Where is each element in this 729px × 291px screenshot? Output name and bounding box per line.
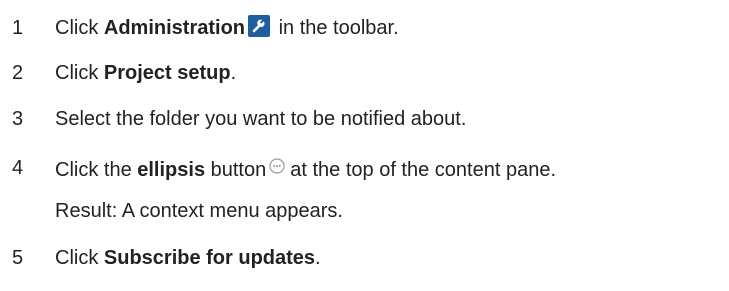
step-text-pre: Click: [55, 17, 104, 39]
step-number: 5: [12, 247, 24, 269]
step-text-post: at the top of the content pane.: [290, 159, 556, 181]
result-text: Result: A context menu appears.: [55, 200, 343, 222]
step-text-pre: Click: [55, 62, 104, 84]
step-text-pre: Click: [55, 247, 104, 269]
project-setup-label: Project setup: [103, 62, 231, 84]
step-text-post: .: [230, 62, 237, 84]
step-text: Click Project setup.: [55, 58, 236, 88]
step-number: 1: [12, 17, 24, 39]
step-number: 3: [12, 108, 24, 130]
ellipsis-icon: [269, 153, 285, 174]
step-number: 2: [12, 62, 24, 84]
administration-label: Administration: [103, 17, 246, 39]
step-text-post: .: [315, 247, 321, 269]
step-text: Select the folder you want to be notifie…: [55, 108, 467, 130]
wrench-icon: [248, 15, 271, 37]
step-text: Click Administration in the toolbar.: [55, 13, 399, 43]
subscribe-label: Subscribe for updates: [103, 247, 316, 269]
step-text: Click the ellipsis button at the top of t…: [55, 153, 556, 185]
step-number: 4: [12, 157, 24, 179]
ellipsis-label: ellipsis: [137, 159, 206, 181]
step-text-mid: button: [205, 159, 267, 181]
step-text-pre: Click the: [55, 159, 138, 181]
step-text: Click Subscribe for updates.: [55, 243, 321, 273]
step-text-post: in the toolbar.: [273, 17, 399, 39]
